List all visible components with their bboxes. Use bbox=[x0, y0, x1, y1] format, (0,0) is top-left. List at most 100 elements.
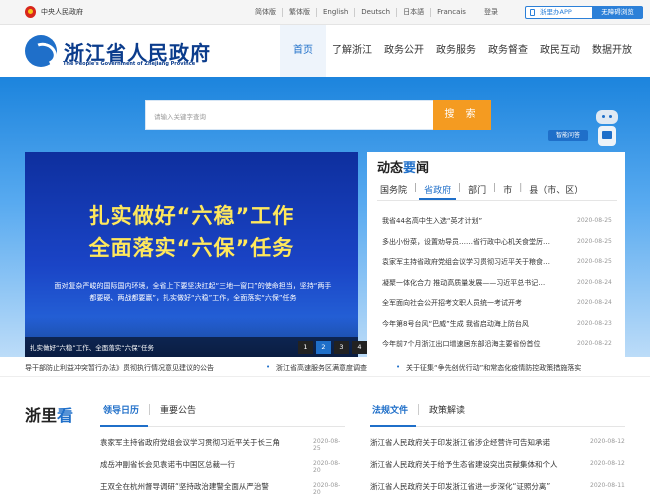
smart-qa-button[interactable]: 智能问答 bbox=[548, 130, 588, 141]
news-date: 2020-08-25 bbox=[577, 217, 612, 224]
poster-headline-2: 全面落实“六保”任务 bbox=[88, 236, 295, 260]
lang-japanese[interactable]: 日本語 bbox=[397, 8, 432, 17]
list-item[interactable]: 全军面向社会公开招考文职人员统一考试开考 2020-08-24 bbox=[367, 293, 625, 314]
news-date: 2020-08-25 bbox=[577, 258, 612, 265]
national-emblem-icon bbox=[25, 6, 36, 18]
tab-regulations[interactable]: 法规文件 bbox=[362, 403, 418, 416]
site-header: 浙江省人民政府 The People's Government of Zheji… bbox=[0, 25, 650, 77]
robot-screen bbox=[602, 131, 612, 139]
news-title[interactable]: 袁家军主持省政府党组会议学习贯彻习近平关于粮食安全 bbox=[382, 257, 552, 267]
app-label: 浙里办APP bbox=[540, 8, 572, 16]
news-title[interactable]: 今年前7个月浙江出口增速居东部沿海主要省份首位 bbox=[382, 339, 552, 349]
poster-body-text: 面对复杂严峻的国际国内环境，全省上下要坚决扛起“三地一窗口”的使命担当，坚持“两… bbox=[54, 282, 332, 302]
news-title[interactable]: 今年第8号台风“巴威”生成 我省启动海上防台风 bbox=[382, 319, 552, 329]
ticker-item[interactable]: 导干部防止利益冲突暂行办法》贯彻执行情况意见建议的公告 bbox=[25, 363, 214, 373]
bullet-icon: • bbox=[396, 363, 401, 371]
zheli-list: 袁家军主持省政府党组会议学习贯彻习近平关于长三角 2020-08-25 成岳冲副省… bbox=[100, 432, 345, 498]
news-title[interactable]: 我省44名高中生入选“英才计划” bbox=[382, 216, 552, 226]
nav-interaction[interactable]: 政民互动 bbox=[534, 25, 586, 77]
item-title[interactable]: 成岳冲副省长会见袁诺韦中国区总裁一行 bbox=[100, 459, 300, 470]
robot-assistant-icon[interactable] bbox=[592, 110, 622, 155]
carousel-page-button[interactable]: 3 bbox=[334, 341, 349, 354]
item-title[interactable]: 王双全在杭州督导调研“坚持政治建警全面从严治警 bbox=[100, 481, 300, 492]
search-input[interactable]: 请输入关键字查询 bbox=[145, 100, 435, 130]
lang-english[interactable]: English bbox=[317, 8, 356, 17]
central-gov-link[interactable]: 中央人民政府 bbox=[41, 7, 83, 17]
lang-traditional[interactable]: 繁体版 bbox=[283, 8, 317, 17]
zheli-tabs: 领导日历 重要公告 bbox=[93, 403, 206, 416]
tab-policy-interpretation[interactable]: 政策解读 bbox=[419, 403, 475, 416]
news-list: 我省44名高中生入选“英才计划” 2020-08-25 多出小份菜，设置劝导员……… bbox=[367, 211, 625, 355]
nav-gov-supervision[interactable]: 政务督查 bbox=[482, 25, 534, 77]
tab-departments[interactable]: 部门 bbox=[463, 183, 491, 200]
ticker-item[interactable]: 浙江省高速服务区满意度调查 bbox=[276, 363, 367, 373]
item-title[interactable]: 袁家军主持省政府党组会议学习贯彻习近平关于长三角 bbox=[100, 437, 300, 448]
robot-eye bbox=[609, 115, 612, 118]
app-download-button[interactable]: 浙里办APP bbox=[526, 7, 592, 18]
item-title[interactable]: 浙江省人民政府关于给予生态省建设突出贡献集体和个人 bbox=[370, 459, 575, 470]
accessibility-button[interactable]: 无障碍浏览 bbox=[592, 7, 643, 18]
carousel-page-button[interactable]: 2 bbox=[316, 341, 331, 354]
news-title[interactable]: 全军面向社会公开招考文职人员统一考试开考 bbox=[382, 298, 552, 308]
laws-tab-underline bbox=[370, 425, 416, 427]
language-switcher: 简体版 繁体版 English Deutsch 日本語 Francais bbox=[249, 0, 472, 25]
news-date: 2020-08-22 bbox=[577, 340, 612, 347]
nav-home[interactable]: 首页 bbox=[280, 25, 326, 77]
item-date: 2020-08-12 bbox=[590, 460, 625, 467]
nav-open-data[interactable]: 数据开放 bbox=[586, 25, 638, 77]
item-title[interactable]: 浙江省人民政府关于印发浙江省涉企经营许可告知承诺 bbox=[370, 437, 575, 448]
zheli-title-b: 看 bbox=[57, 406, 74, 425]
list-item[interactable]: 浙江省人民政府关于印发浙江省进一步深化“证照分离” 2020-08-11 bbox=[370, 476, 625, 498]
feature-carousel-slide[interactable]: 扎实做好“六稳”工作 全面落实“六保”任务 面对复杂严峻的国际国内环境，全省上下… bbox=[25, 152, 358, 357]
news-divider bbox=[377, 200, 617, 201]
tab-important-notices[interactable]: 重要公告 bbox=[150, 403, 206, 416]
login-link[interactable]: 登录 bbox=[484, 7, 498, 17]
laws-tabs: 法规文件 政策解读 bbox=[362, 403, 475, 416]
news-title[interactable]: 多出小份菜，设置劝导员……省行政中心机关食堂厉行节约 bbox=[382, 237, 552, 247]
tab-separator: | bbox=[414, 183, 418, 193]
carousel-page-button[interactable]: 4 bbox=[352, 341, 367, 354]
tab-leader-calendar[interactable]: 领导日历 bbox=[93, 403, 149, 416]
list-item[interactable]: 凝聚一体化合力 推动高质量发展——习近平总书记在扎实推进长三角 2020-08-2… bbox=[367, 273, 625, 294]
phone-icon bbox=[530, 9, 535, 16]
robot-body bbox=[598, 126, 616, 146]
site-subtitle: The People's Government of Zhejiang Prov… bbox=[63, 61, 196, 67]
carousel-caption[interactable]: 扎实做好“六稳”工作、全面落实“六保”任务 bbox=[30, 342, 154, 352]
list-item[interactable]: 成岳冲副省长会见袁诺韦中国区总裁一行 2020-08-20 bbox=[100, 454, 345, 476]
nav-gov-disclosure[interactable]: 政务公开 bbox=[378, 25, 430, 77]
tab-provincial-gov[interactable]: 省政府 bbox=[419, 183, 457, 200]
search-placeholder: 请输入关键字查询 bbox=[154, 113, 206, 121]
news-heading-b: 要 bbox=[403, 161, 417, 176]
search-button[interactable]: 搜 索 bbox=[433, 100, 491, 130]
carousel-page-button[interactable]: 1 bbox=[298, 341, 313, 354]
nav-gov-services[interactable]: 政务服务 bbox=[430, 25, 482, 77]
tab-counties[interactable]: 县（市、区） bbox=[524, 183, 588, 200]
tab-separator: | bbox=[458, 183, 462, 193]
list-item[interactable]: 浙江省人民政府关于印发浙江省涉企经营许可告知承诺 2020-08-12 bbox=[370, 432, 625, 454]
list-item[interactable]: 浙江省人民政府关于给予生态省建设突出贡献集体和个人 2020-08-12 bbox=[370, 454, 625, 476]
nav-about-zhejiang[interactable]: 了解浙江 bbox=[326, 25, 378, 77]
ticker-item[interactable]: 关于征集“争先创优行动”和常态化疫情防控政策措施落实 bbox=[406, 363, 650, 373]
news-heading-a: 动态 bbox=[377, 161, 404, 176]
list-item[interactable]: 我省44名高中生入选“英才计划” 2020-08-25 bbox=[367, 211, 625, 232]
list-item[interactable]: 王双全在杭州督导调研“坚持政治建警全面从严治警 2020-08-20 bbox=[100, 476, 345, 498]
list-item[interactable]: 袁家军主持省政府党组会议学习贯彻习近平关于粮食安全 2020-08-25 bbox=[367, 252, 625, 273]
laws-list: 浙江省人民政府关于印发浙江省涉企经营许可告知承诺 2020-08-12 浙江省人民… bbox=[370, 432, 625, 498]
robot-head bbox=[596, 110, 618, 124]
list-item[interactable]: 多出小份菜，设置劝导员……省行政中心机关食堂厉行节约 2020-08-25 bbox=[367, 232, 625, 253]
poster-headline-1: 扎实做好“六稳”工作 bbox=[88, 204, 295, 228]
app-accessibility-group: 浙里办APP 无障碍浏览 bbox=[525, 6, 643, 19]
lang-simplified[interactable]: 简体版 bbox=[249, 8, 283, 17]
tab-state-council[interactable]: 国务院 bbox=[375, 183, 412, 200]
list-item[interactable]: 今年前7个月浙江出口增速居东部沿海主要省份首位 2020-08-22 bbox=[367, 334, 625, 355]
zheli-title-a: 浙里 bbox=[25, 406, 58, 425]
news-date: 2020-08-24 bbox=[577, 299, 612, 306]
list-item[interactable]: 今年第8号台风“巴威”生成 我省启动海上防台风 2020-08-23 bbox=[367, 314, 625, 335]
news-title[interactable]: 凝聚一体化合力 推动高质量发展——习近平总书记在扎实推进长三角 bbox=[382, 278, 552, 288]
tab-cities[interactable]: 市 bbox=[498, 183, 517, 200]
list-item[interactable]: 袁家军主持省政府党组会议学习贯彻习近平关于长三角 2020-08-25 bbox=[100, 432, 345, 454]
zhejiang-logo-icon[interactable] bbox=[25, 35, 57, 67]
lang-french[interactable]: Francais bbox=[431, 8, 472, 17]
item-title[interactable]: 浙江省人民政府关于印发浙江省进一步深化“证照分离” bbox=[370, 481, 575, 492]
lang-german[interactable]: Deutsch bbox=[355, 8, 398, 17]
